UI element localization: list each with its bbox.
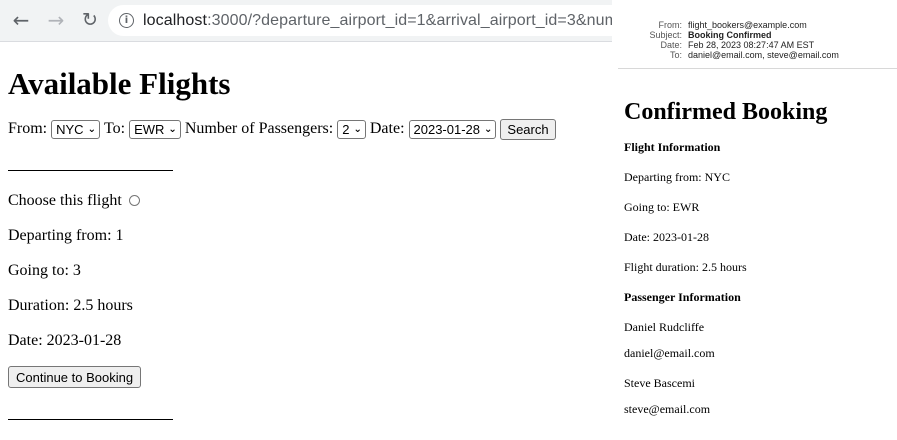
passengers-select[interactable]: 2 ⌄ bbox=[337, 119, 366, 139]
email-to-value: daniel@email.com, steve@email.com bbox=[688, 50, 839, 60]
page-title: Available Flights bbox=[8, 66, 231, 101]
email-date-key: Date: bbox=[660, 40, 682, 50]
from-label: From: bbox=[8, 120, 48, 137]
email-preview: From: flight_bookers@example.com Subject… bbox=[618, 0, 897, 440]
email-to-row: To: daniel@email.com, steve@email.com bbox=[618, 50, 897, 60]
email-headers: From: flight_bookers@example.com Subject… bbox=[618, 0, 897, 69]
from-select-value: NYC bbox=[56, 121, 84, 137]
email-date-value: Feb 28, 2023 08:27:47 AM EST bbox=[688, 40, 815, 50]
divider bbox=[8, 419, 173, 420]
email-from-value: flight_bookers@example.com bbox=[688, 20, 807, 30]
chevron-down-icon: ⌄ bbox=[353, 123, 362, 135]
email-subject-value: Booking Confirmed bbox=[688, 30, 772, 40]
chevron-down-icon: ⌄ bbox=[87, 123, 96, 135]
date-label: Date: bbox=[369, 120, 405, 137]
chevron-down-icon: ⌄ bbox=[168, 123, 177, 135]
continue-to-booking-button[interactable]: Continue to Booking bbox=[8, 366, 142, 388]
email-flight-line: Going to: EWR bbox=[624, 200, 700, 214]
reload-icon[interactable]: ↻ bbox=[78, 8, 102, 32]
divider bbox=[8, 170, 173, 171]
departing-from: Departing from: 1 bbox=[8, 227, 124, 244]
info-icon[interactable]: i bbox=[119, 13, 134, 28]
going-to: Going to: 3 bbox=[8, 262, 81, 279]
email-from-row: From: flight_bookers@example.com bbox=[618, 20, 897, 30]
date-select-value: 2023-01-28 bbox=[413, 121, 481, 137]
email-subject-row: Subject: Booking Confirmed bbox=[618, 30, 897, 40]
email-passenger-line: daniel@email.com bbox=[624, 346, 715, 360]
passengers-select-value: 2 bbox=[342, 121, 350, 137]
url-host: localhost bbox=[143, 11, 208, 29]
url-path: :3000/?departure_airport_id=1&arrival_ai… bbox=[207, 11, 612, 29]
choose-flight-radio[interactable] bbox=[128, 195, 140, 206]
flight-date: Date: 2023-01-28 bbox=[8, 332, 122, 349]
email-flight-line: Flight duration: 2.5 hours bbox=[624, 260, 747, 274]
choose-flight-row: Choose this flight bbox=[8, 191, 604, 226]
page-content: Available Flights From: NYC ⌄ To: EWR ⌄ Nu… bbox=[0, 64, 612, 420]
choose-flight-label: Choose this flight bbox=[8, 192, 122, 209]
flight-duration: Duration: 2.5 hours bbox=[8, 297, 133, 314]
email-passenger-line: Steve Bascemi bbox=[624, 376, 695, 390]
flight-info-heading: Flight Information bbox=[624, 140, 721, 154]
to-select-value: EWR bbox=[134, 121, 165, 137]
browser-window: ← → ↻ i localhost:3000/?departure_airpor… bbox=[0, 0, 612, 440]
flight-option: Choose this flight Departing from: 1 Goi… bbox=[8, 191, 604, 388]
address-bar[interactable]: i localhost:3000/?departure_airport_id=1… bbox=[108, 5, 612, 36]
email-passenger-line: steve@email.com bbox=[624, 402, 711, 416]
chevron-down-icon: ⌄ bbox=[484, 123, 493, 135]
passengers-label: Number of Passengers: bbox=[184, 120, 334, 137]
to-label: To: bbox=[103, 120, 126, 137]
email-flight-line: Date: 2023-01-28 bbox=[624, 230, 709, 244]
forward-arrow-icon[interactable]: → bbox=[44, 8, 68, 32]
email-subject-key: Subject: bbox=[649, 30, 682, 40]
email-to-key: To: bbox=[669, 50, 682, 60]
browser-toolbar: ← → ↻ i localhost:3000/?departure_airpor… bbox=[0, 0, 612, 42]
email-flight-line: Departing from: NYC bbox=[624, 170, 730, 184]
email-passenger-line: Daniel Rudcliffe bbox=[624, 320, 705, 334]
email-body: Confirmed Booking Flight Information Dep… bbox=[618, 97, 897, 417]
passenger-info-heading: Passenger Information bbox=[624, 290, 741, 304]
email-date-row: Date: Feb 28, 2023 08:27:47 AM EST bbox=[618, 40, 897, 50]
to-select[interactable]: EWR ⌄ bbox=[129, 119, 181, 139]
email-from-key: From: bbox=[658, 20, 683, 30]
url-text: localhost:3000/?departure_airport_id=1&a… bbox=[143, 12, 612, 30]
date-select[interactable]: 2023-01-28 ⌄ bbox=[408, 119, 497, 139]
search-button[interactable]: Search bbox=[500, 118, 556, 140]
email-title: Confirmed Booking bbox=[624, 99, 828, 125]
from-select[interactable]: NYC ⌄ bbox=[51, 119, 100, 139]
back-arrow-icon[interactable]: ← bbox=[9, 8, 33, 32]
flight-search-form: From: NYC ⌄ To: EWR ⌄ Number of Passengers… bbox=[8, 118, 604, 140]
